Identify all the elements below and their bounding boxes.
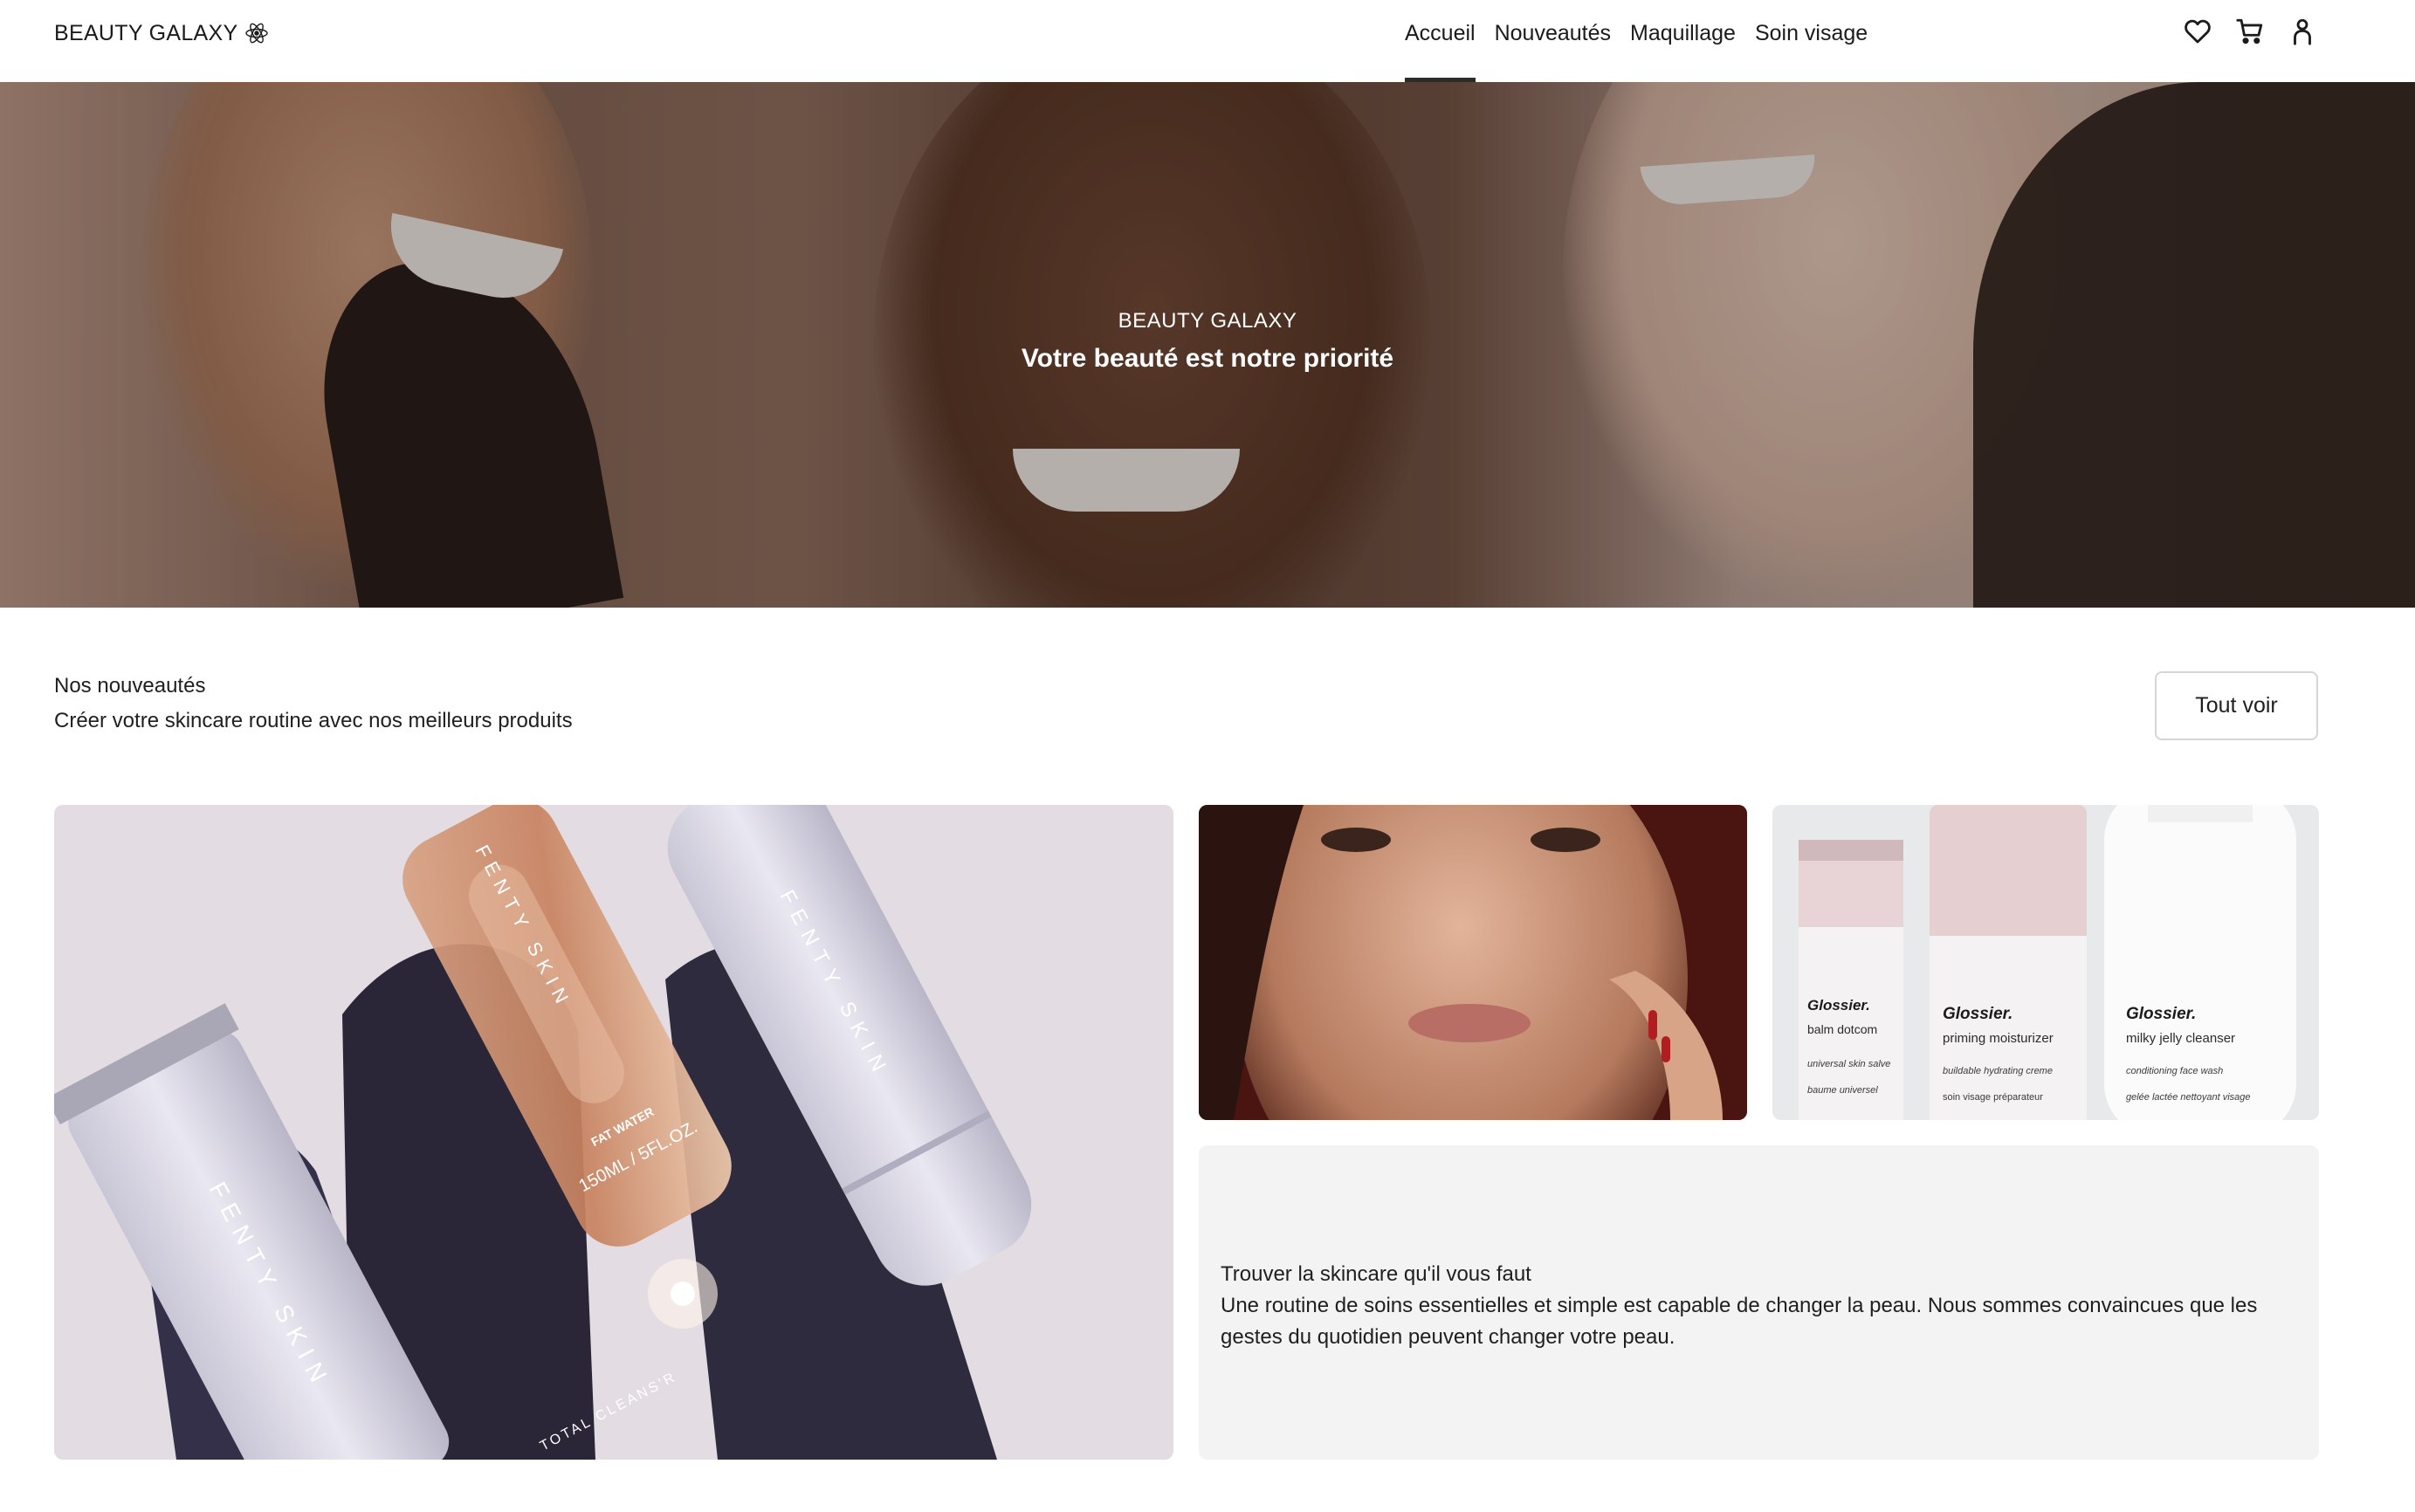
brand-logo[interactable]: BEAUTY GALAXY (54, 19, 269, 47)
skincare-body: Une routine de soins essentielles et sim… (1221, 1294, 2258, 1349)
glossier-moist-fr: soin visage préparateur (1943, 1092, 2043, 1103)
section-subtitle: Créer votre skincare routine avec nos me… (54, 709, 573, 732)
glossier-jelly-fr: gelée lactée nettoyant visage (2126, 1092, 2251, 1103)
top-header: BEAUTY GALAXY Accueil Nouveautés Maquill… (0, 0, 2415, 82)
user-icon (2294, 18, 2311, 45)
glossier-product-card[interactable]: Glossier. balm dotcom universal skin sal… (1772, 805, 2319, 1120)
glossier-moist-sub: buildable hydrating creme (1943, 1066, 2053, 1076)
new-products-header: Nos nouveautés Créer votre skincare rout… (54, 674, 573, 733)
glossier-jelly-sub: conditioning face wash (2126, 1066, 2223, 1076)
glossier-balm-sub: universal skin salve (1807, 1059, 1890, 1069)
header-actions (2182, 16, 2318, 47)
cart-icon (2236, 18, 2263, 45)
fenty-products-image: FENTY SKIN FENTY SKIN FENTY SKIN FAT WAT… (54, 805, 1032, 1460)
brand-name: BEAUTY GALAXY (54, 20, 238, 45)
glossier-balm-name: balm dotcom (1807, 1022, 1877, 1036)
nav-item-soin-visage[interactable]: Soin visage (1755, 16, 1868, 82)
cart-button[interactable] (2234, 16, 2266, 47)
heart-icon (2185, 19, 2211, 44)
glossier-jelly-name: milky jelly cleanser (2126, 1031, 2235, 1046)
see-all-button[interactable]: Tout voir (2155, 671, 2318, 740)
glossier-balm-fr: baume universel (1807, 1085, 1878, 1096)
glossier-moist-name: priming moisturizer (1943, 1031, 2054, 1046)
fenty-product-card[interactable]: FENTY SKIN FENTY SKIN FENTY SKIN FAT WAT… (54, 805, 1173, 1460)
model-face-image (1199, 805, 1747, 1120)
nav-item-maquillage[interactable]: Maquillage (1630, 16, 1736, 82)
glossier-balm-brand: Glossier. (1807, 997, 1870, 1014)
glossier-products-image: Glossier. balm dotcom universal skin sal… (1772, 805, 2319, 1120)
nav-item-nouveautes[interactable]: Nouveautés (1495, 16, 1611, 82)
main-nav: Accueil Nouveautés Maquillage Soin visag… (1405, 16, 1868, 82)
nav-item-accueil[interactable]: Accueil (1405, 16, 1476, 82)
hero-kicker: BEAUTY GALAXY (1118, 309, 1297, 333)
model-face-card[interactable] (1199, 805, 1747, 1120)
skincare-info-text: Trouver la skincare qu'il vous faut Une … (1221, 1259, 2284, 1353)
skincare-headline: Trouver la skincare qu'il vous faut (1221, 1262, 1531, 1286)
wishlist-button[interactable] (2182, 16, 2213, 47)
glossier-jelly-brand: Glossier. (2126, 1005, 2196, 1023)
section-title: Nos nouveautés (54, 674, 206, 698)
account-button[interactable] (2287, 16, 2318, 47)
hero-title: Votre beauté est notre priorité (1021, 344, 1394, 373)
atom-icon (245, 23, 269, 44)
hero-banner: BEAUTY GALAXY Votre beauté est notre pri… (0, 82, 2415, 608)
hero-text: BEAUTY GALAXY Votre beauté est notre pri… (0, 309, 2415, 374)
glossier-moist-brand: Glossier. (1943, 1005, 2012, 1023)
skincare-info-card: Trouver la skincare qu'il vous faut Une … (1199, 1145, 2319, 1460)
